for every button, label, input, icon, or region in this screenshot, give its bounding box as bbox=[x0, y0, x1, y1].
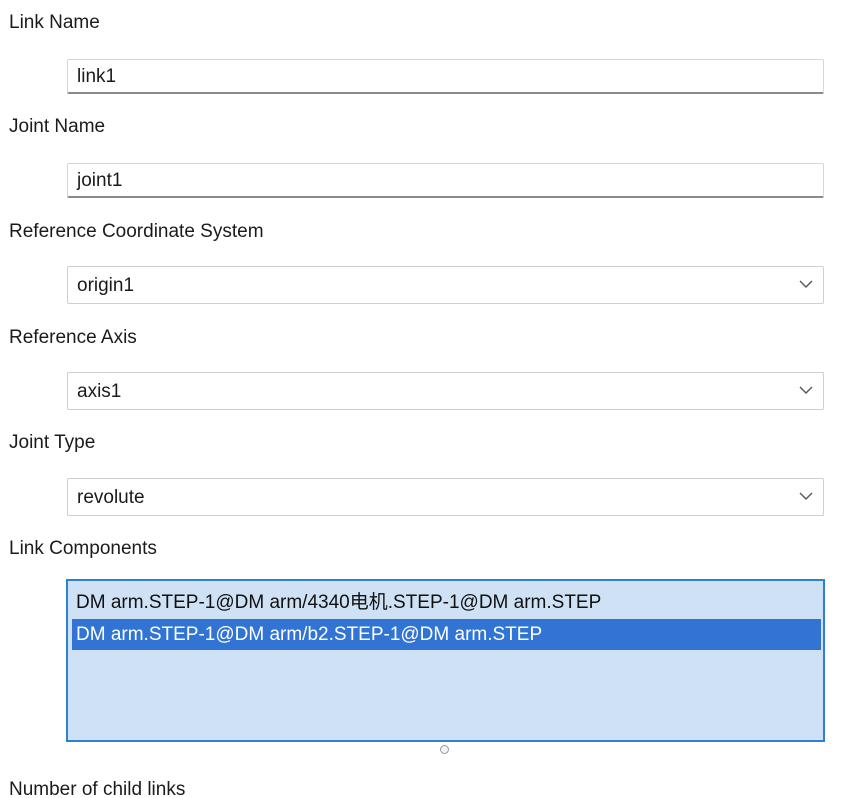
joint-type-dropdown[interactable]: revolute bbox=[67, 478, 824, 516]
reference-axis-value: axis1 bbox=[77, 381, 122, 402]
chevron-down-icon bbox=[799, 492, 813, 500]
reference-coordinate-system-value: origin1 bbox=[77, 275, 135, 296]
resize-grip-icon[interactable] bbox=[440, 745, 449, 754]
reference-coordinate-system-label: Reference Coordinate System bbox=[9, 221, 264, 242]
reference-coordinate-system-dropdown[interactable]: origin1 bbox=[67, 266, 824, 304]
chevron-down-icon bbox=[799, 280, 813, 288]
link-name-input[interactable]: link1 bbox=[67, 59, 824, 94]
link-properties-panel: Link Name link1 Joint Name joint1 Refere… bbox=[0, 0, 852, 798]
chevron-down-icon bbox=[799, 386, 813, 394]
link-name-label: Link Name bbox=[9, 12, 100, 33]
number-of-child-links-label: Number of child links bbox=[9, 779, 186, 798]
list-item[interactable]: DM arm.STEP-1@DM arm/4340电机.STEP-1@DM ar… bbox=[72, 587, 821, 618]
joint-type-value: revolute bbox=[77, 487, 145, 508]
reference-axis-dropdown[interactable]: axis1 bbox=[67, 372, 824, 410]
link-name-value: link1 bbox=[77, 66, 117, 87]
list-item-selected[interactable]: DM arm.STEP-1@DM arm/b2.STEP-1@DM arm.ST… bbox=[72, 619, 821, 650]
joint-type-label: Joint Type bbox=[9, 432, 96, 453]
link-components-list[interactable]: DM arm.STEP-1@DM arm/4340电机.STEP-1@DM ar… bbox=[66, 579, 825, 742]
joint-name-value: joint1 bbox=[77, 170, 123, 191]
joint-name-label: Joint Name bbox=[9, 116, 106, 137]
joint-name-input[interactable]: joint1 bbox=[67, 163, 824, 198]
link-components-label: Link Components bbox=[9, 538, 157, 559]
reference-axis-label: Reference Axis bbox=[9, 327, 137, 348]
